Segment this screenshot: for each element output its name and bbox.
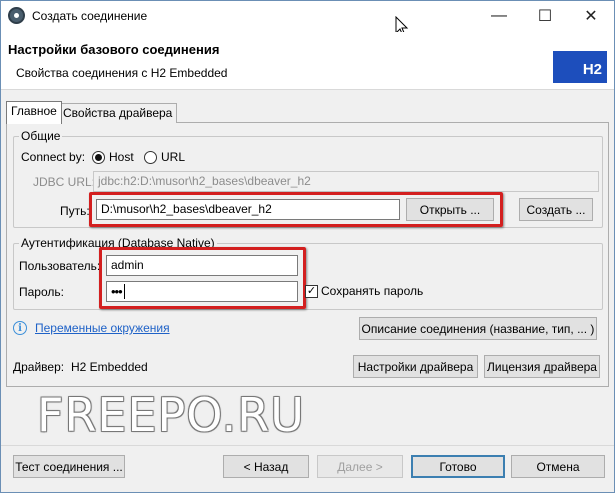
user-label: Пользователь: bbox=[19, 259, 101, 273]
credentials-highlight-box bbox=[99, 247, 306, 309]
cancel-button[interactable]: Отмена bbox=[511, 455, 605, 478]
page-title: Настройки базового соединения bbox=[8, 42, 220, 57]
minimize-button[interactable]: — bbox=[476, 0, 522, 32]
driver-name: H2 Embedded bbox=[71, 360, 148, 374]
finish-button[interactable]: Готово bbox=[411, 455, 505, 478]
save-password-label[interactable]: Сохранять пароль bbox=[321, 284, 423, 298]
save-password-checkbox[interactable]: ✓ bbox=[305, 285, 318, 298]
connect-by-label: Connect by: bbox=[21, 150, 86, 164]
h2-logo: H2 bbox=[553, 51, 607, 83]
url-radio[interactable] bbox=[144, 151, 157, 164]
driver-settings-button[interactable]: Настройки драйвера bbox=[353, 355, 478, 378]
back-button[interactable]: < Назад bbox=[223, 455, 309, 478]
watermark: FREEPO.RU bbox=[37, 388, 305, 442]
path-label: Путь: bbox=[60, 204, 90, 218]
driver-license-button[interactable]: Лицензия драйвера bbox=[484, 355, 600, 378]
close-button[interactable]: ✕ bbox=[568, 0, 614, 32]
create-button[interactable]: Создать ... bbox=[519, 198, 593, 221]
connection-description-button[interactable]: Описание соединения (название, тип, ... … bbox=[359, 317, 597, 340]
general-legend: Общие bbox=[19, 129, 63, 143]
path-highlight-box bbox=[89, 192, 503, 227]
window-title: Создать соединение bbox=[32, 9, 148, 23]
host-radio-label[interactable]: Host bbox=[109, 150, 134, 164]
url-radio-label[interactable]: URL bbox=[161, 150, 185, 164]
jdbc-url-field: jdbc:h2:D:\musor\h2_bases\dbeaver_h2 bbox=[93, 171, 599, 192]
driver-label: Драйвер: bbox=[13, 360, 65, 374]
env-variables-link[interactable]: Переменные окружения bbox=[35, 321, 170, 335]
footer-separator bbox=[0, 445, 615, 446]
jdbc-url-label: JDBC URL: bbox=[33, 175, 96, 189]
next-button: Далее > bbox=[317, 455, 403, 478]
header-banner bbox=[0, 32, 615, 90]
password-label: Пароль: bbox=[19, 285, 64, 299]
dbeaver-app-icon bbox=[8, 7, 25, 24]
test-connection-button[interactable]: Тест соединения ... bbox=[13, 455, 125, 478]
info-icon: i bbox=[13, 321, 27, 335]
page-subtitle: Свойства соединения с H2 Embedded bbox=[16, 66, 228, 80]
host-radio[interactable] bbox=[92, 151, 105, 164]
tab-driver-properties[interactable]: Свойства драйвера bbox=[58, 103, 178, 123]
tab-main[interactable]: Главное bbox=[6, 101, 62, 124]
maximize-button[interactable]: ☐ bbox=[522, 0, 568, 32]
